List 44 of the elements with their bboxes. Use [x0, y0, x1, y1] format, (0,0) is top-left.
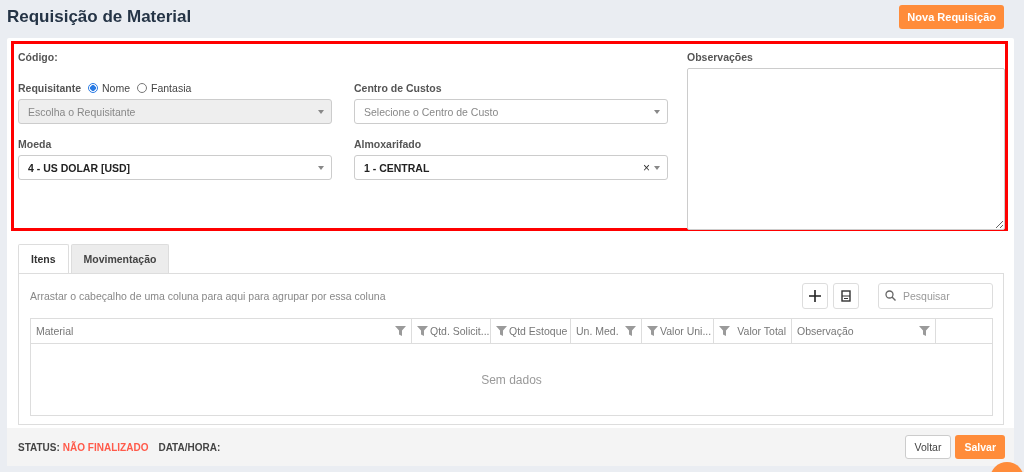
- filter-icon[interactable]: [625, 326, 636, 336]
- code-label: Código:: [18, 51, 59, 63]
- cost-center-select[interactable]: Selecione o Centro de Custo: [354, 99, 668, 124]
- back-button[interactable]: Voltar: [904, 435, 952, 459]
- status-value: NÃO FINALIZADO: [62, 441, 149, 453]
- export-button[interactable]: [833, 283, 859, 309]
- filter-icon[interactable]: [719, 326, 730, 336]
- cost-center-label: Centro de Custos: [354, 82, 442, 94]
- warehouse-label: Almoxarifado: [354, 138, 422, 150]
- empty-message: Sem dados: [481, 372, 542, 387]
- notes-field[interactable]: [687, 68, 1005, 230]
- column-header[interactable]: Qtd Estoque: [491, 319, 571, 343]
- document-icon: [841, 290, 851, 302]
- filter-icon[interactable]: [417, 326, 428, 336]
- filter-icon[interactable]: [919, 326, 930, 336]
- currency-select[interactable]: 4 - US DOLAR [USD]: [18, 155, 332, 180]
- page-title: Requisição de Material: [7, 6, 192, 27]
- filter-icon[interactable]: [395, 326, 406, 336]
- search-icon: [885, 290, 896, 301]
- caret-icon: [654, 109, 660, 114]
- warehouse-select[interactable]: 1 - CENTRAL ×: [354, 155, 668, 180]
- caret-icon: [318, 109, 324, 114]
- datetime-label: DATA/HORA:: [158, 441, 221, 453]
- requester-label: Requisitante: [18, 82, 81, 94]
- caret-icon: [318, 165, 324, 170]
- filter-icon[interactable]: [496, 326, 507, 336]
- notes-label: Observações: [687, 51, 754, 63]
- caret-icon: [654, 165, 660, 170]
- column-header[interactable]: Observação: [792, 319, 936, 343]
- column-header[interactable]: Valor Uni...: [642, 319, 714, 343]
- clear-icon[interactable]: ×: [643, 160, 650, 175]
- tab[interactable]: Movimentação: [70, 244, 170, 273]
- column-header[interactable]: Material: [31, 319, 412, 343]
- group-hint: Arrastar o cabeçalho de uma coluna para aqui para agrupar por essa coluna: [30, 290, 387, 302]
- column-header[interactable]: Valor Total: [714, 319, 792, 343]
- currency-label: Moeda: [18, 138, 52, 150]
- filter-icon[interactable]: [647, 326, 658, 336]
- plus-icon: [809, 290, 821, 302]
- add-button[interactable]: [802, 283, 828, 309]
- column-header[interactable]: Un. Med.: [571, 319, 642, 343]
- search-field[interactable]: Pesquisar: [878, 283, 993, 309]
- status-label: STATUS:: [18, 441, 60, 453]
- tab[interactable]: Itens: [18, 244, 69, 273]
- column-header[interactable]: Qtd. Solicit...: [412, 319, 491, 343]
